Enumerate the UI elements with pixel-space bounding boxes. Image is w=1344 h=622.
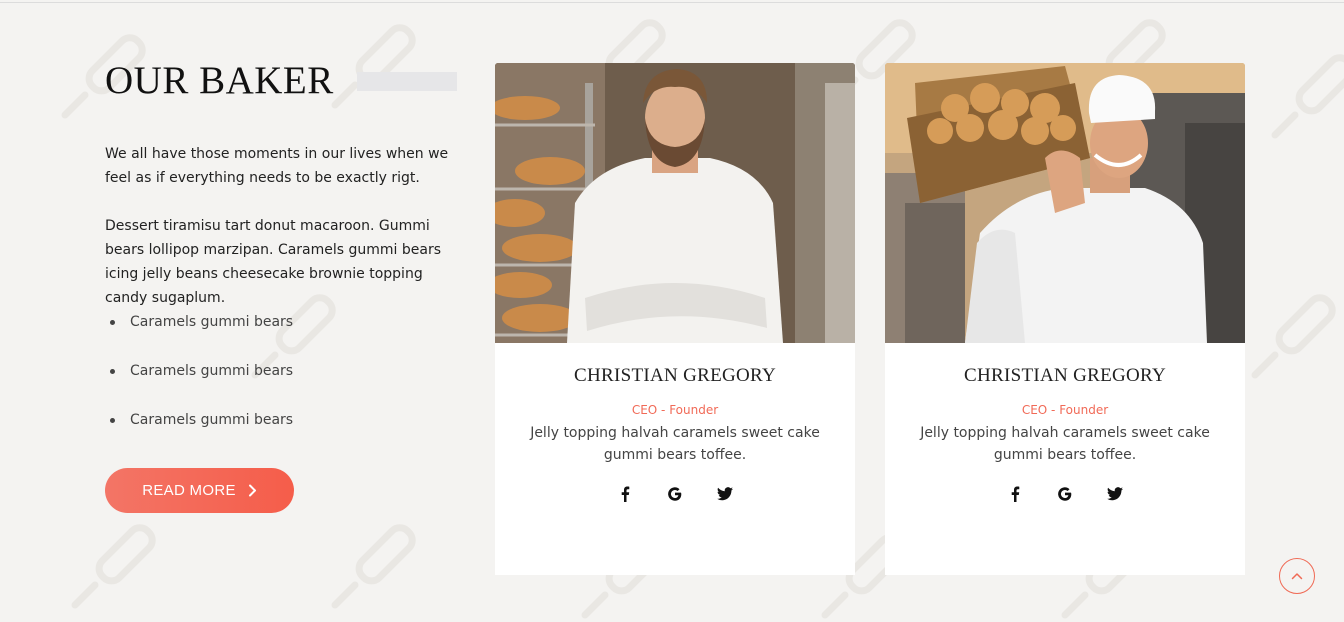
team-member-role: CEO - Founder — [631, 403, 719, 417]
list-item: Caramels gummi bears — [105, 359, 465, 408]
twitter-icon[interactable] — [712, 481, 738, 507]
read-more-label: READ MORE — [142, 482, 236, 499]
title-decoration — [357, 72, 457, 91]
google-icon[interactable] — [662, 481, 688, 507]
section-title: OUR BAKER — [105, 59, 334, 102]
social-links — [495, 481, 855, 507]
intro-paragraph: We all have those moments in our lives w… — [105, 146, 449, 186]
list-item: Caramels gummi bears — [105, 408, 465, 457]
team-member-name: CHRISTIAN GREGORY — [574, 365, 776, 386]
chevron-up-icon — [1291, 573, 1303, 580]
team-card: CHRISTIAN GREGORY CEO - Founder Jelly to… — [885, 63, 1245, 575]
facebook-icon[interactable] — [1002, 481, 1028, 507]
team-member-description: Jelly topping halvah caramels sweet cake… — [530, 425, 820, 463]
list-item: Caramels gummi bears — [105, 310, 465, 359]
scroll-to-top-button[interactable] — [1279, 558, 1315, 594]
feature-list: Caramels gummi bears Caramels gummi bear… — [105, 310, 465, 457]
team-card: CHRISTIAN GREGORY CEO - Founder Jelly to… — [495, 63, 855, 575]
team-member-description: Jelly topping halvah caramels sweet cake… — [920, 425, 1210, 463]
chevron-right-icon — [248, 484, 256, 497]
twitter-icon[interactable] — [1102, 481, 1128, 507]
baker-photo — [885, 63, 1245, 343]
team-member-role: CEO - Founder — [1021, 403, 1109, 417]
read-more-button[interactable]: READ MORE — [105, 468, 294, 513]
team-member-name: CHRISTIAN GREGORY — [964, 365, 1166, 386]
google-icon[interactable] — [1052, 481, 1078, 507]
body-paragraph: Dessert tiramisu tart donut macaroon. Gu… — [105, 218, 442, 306]
social-links — [885, 481, 1245, 507]
facebook-icon[interactable] — [612, 481, 638, 507]
baker-photo — [495, 63, 855, 343]
